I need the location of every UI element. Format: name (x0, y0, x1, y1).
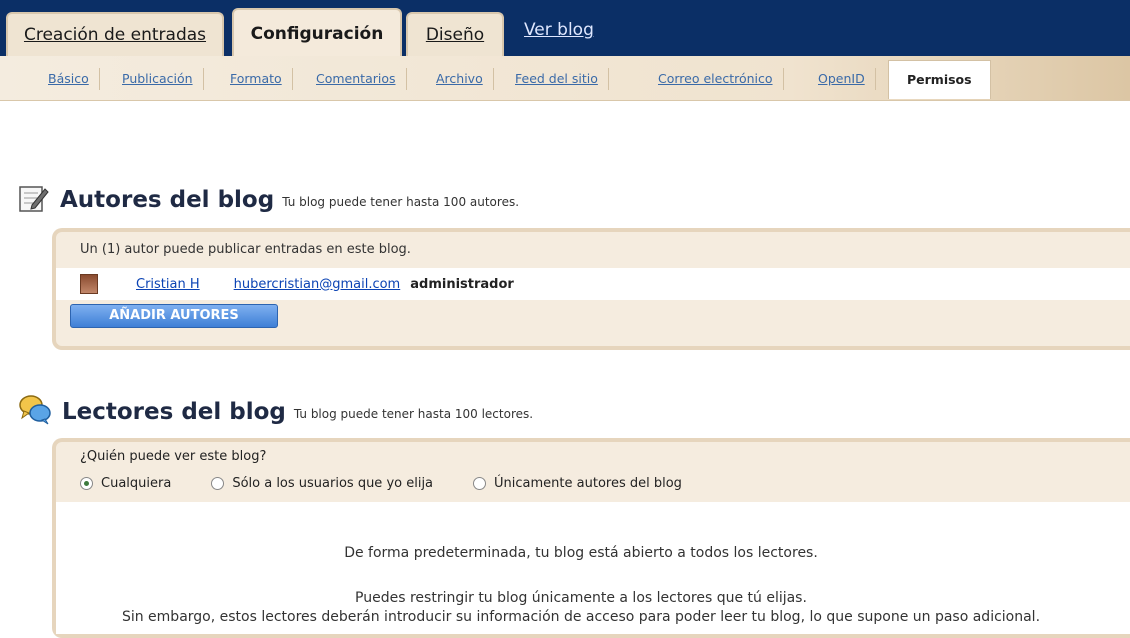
author-row: Cristian H hubercristian@gmail.com admin… (56, 268, 1130, 300)
view-blog-link[interactable]: Ver blog (524, 20, 594, 40)
radio-selected-indicator[interactable] (80, 476, 93, 490)
radio-authors-only-label[interactable]: Únicamente autores del blog (494, 476, 682, 491)
radio-selected-users[interactable]: Sólo a los usuarios que yo elija (211, 476, 433, 491)
top-tab-bar: Creación de entradas Configuración Diseñ… (0, 0, 1130, 56)
readers-info-box: De forma predeterminada, tu blog está ab… (56, 502, 1130, 634)
tab-config-label[interactable]: Configuración (251, 24, 384, 44)
radio-indicator[interactable] (211, 476, 225, 490)
subtab-openid[interactable]: OpenID (808, 68, 876, 90)
tab-design[interactable]: Diseño (406, 12, 504, 56)
tab-design-label[interactable]: Diseño (426, 25, 484, 45)
authors-count: Un (1) autor puede publicar entradas en … (80, 242, 411, 257)
author-email-link[interactable]: hubercristian@gmail.com (234, 277, 401, 292)
subtab-feed[interactable]: Feed del sitio (505, 68, 609, 90)
authors-title: Autores del blog (60, 187, 275, 213)
radio-anyone[interactable]: Cualquiera (80, 476, 171, 491)
authors-note: Tu blog puede tener hasta 100 autores. (282, 195, 520, 209)
readers-question: ¿Quién puede ver este blog? (80, 449, 267, 464)
authors-heading: Autores del blog Tu blog puede tener has… (18, 183, 519, 213)
subtab-archivo[interactable]: Archivo (426, 68, 494, 90)
add-authors-button[interactable]: AÑADIR AUTORES (70, 304, 278, 328)
chat-bubbles-icon (19, 395, 51, 425)
avatar (80, 274, 98, 294)
radio-selected-users-label[interactable]: Sólo a los usuarios que yo elija (232, 476, 433, 491)
subtab-publicacion[interactable]: Publicación (112, 68, 204, 90)
subtab-comentarios[interactable]: Comentarios (306, 68, 407, 90)
readers-title: Lectores del blog (62, 399, 286, 425)
readers-options: Cualquiera Sólo a los usuarios que yo el… (56, 468, 1130, 498)
subtab-formato[interactable]: Formato (220, 68, 293, 90)
radio-authors-only[interactable]: Únicamente autores del blog (473, 476, 682, 491)
tab-creation[interactable]: Creación de entradas (6, 12, 224, 56)
subtab-basico[interactable]: Básico (38, 68, 100, 90)
radio-anyone-label[interactable]: Cualquiera (101, 476, 171, 491)
readers-heading: Lectores del blog Tu blog puede tener ha… (18, 393, 533, 425)
authors-panel: Un (1) autor puede publicar entradas en … (52, 228, 1130, 350)
edit-notepad-icon (19, 186, 49, 212)
readers-panel: ¿Quién puede ver este blog? Cualquiera S… (52, 438, 1130, 638)
settings-subtab-bar: Básico Publicación Formato Comentarios A… (0, 56, 1130, 101)
subtab-correo[interactable]: Correo electrónico (648, 68, 784, 90)
radio-indicator[interactable] (473, 476, 487, 490)
readers-info-restrict: Puedes restringir tu blog únicamente a l… (355, 590, 807, 606)
tab-config[interactable]: Configuración (232, 8, 402, 56)
readers-note: Tu blog puede tener hasta 100 lectores. (293, 407, 534, 421)
author-name-link[interactable]: Cristian H (136, 277, 200, 292)
readers-info-default: De forma predeterminada, tu blog está ab… (344, 545, 818, 561)
tab-creation-label[interactable]: Creación de entradas (24, 25, 206, 45)
subtab-permisos[interactable]: Permisos (888, 60, 991, 99)
readers-info-note: Sin embargo, estos lectores deberán intr… (121, 609, 1041, 625)
author-role: administrador (410, 276, 514, 292)
